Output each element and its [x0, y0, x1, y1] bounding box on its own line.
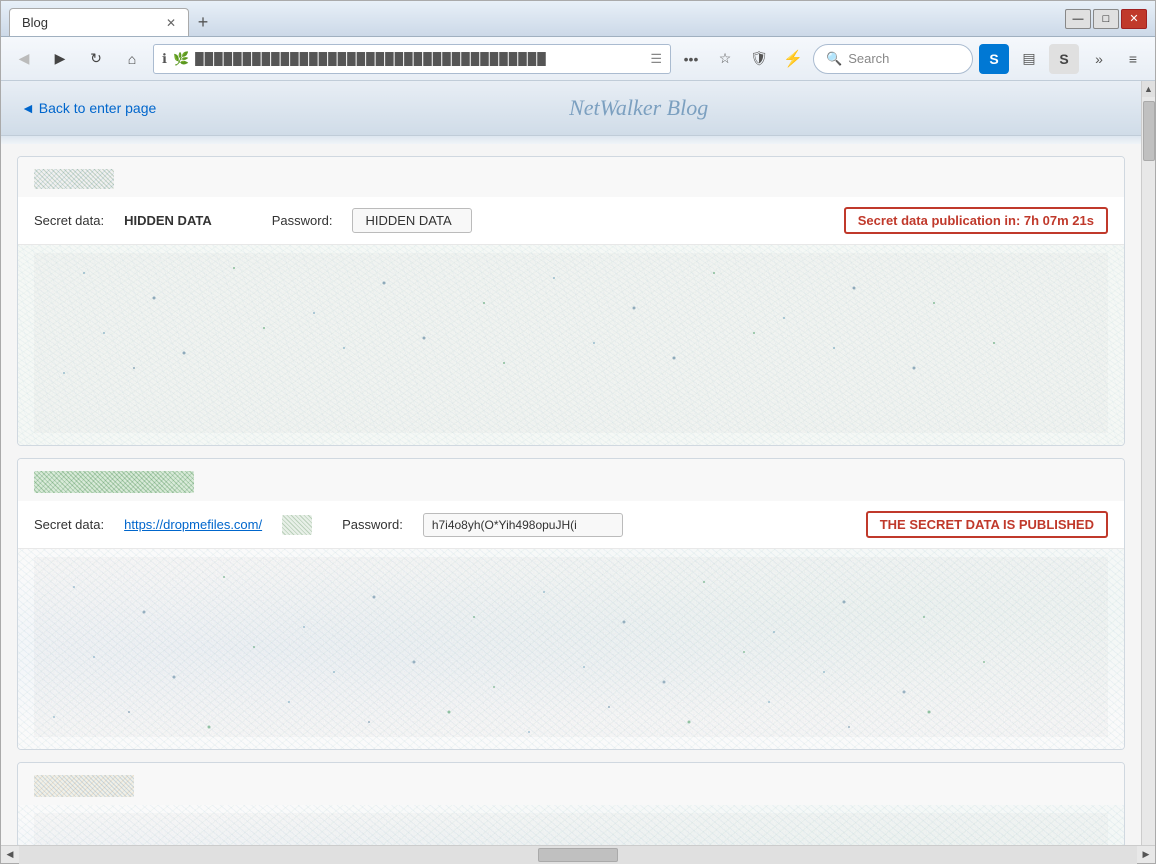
menu-button[interactable]: ≡: [1119, 45, 1147, 73]
card2-secret-label: Secret data:: [34, 517, 104, 532]
address-text: █████████████████████████████████████: [195, 52, 644, 66]
menu-icon: ≡: [1129, 51, 1137, 67]
reader-mode-button[interactable]: ▤: [1015, 45, 1043, 73]
refresh-button[interactable]: ↻: [81, 44, 111, 74]
new-tab-button[interactable]: +: [189, 8, 217, 36]
card1-title-image: [34, 169, 114, 189]
search-placeholder: Search: [848, 51, 889, 66]
content-area: ◄ Back to enter page NetWalker Blog Secr…: [1, 81, 1155, 845]
card1-timer-badge: Secret data publication in: 7h 07m 21s: [844, 207, 1108, 234]
forward-icon: ▶: [55, 50, 66, 67]
more-tools-button[interactable]: »: [1085, 45, 1113, 73]
card2-secret-link[interactable]: https://dropmefiles.com/: [124, 517, 262, 532]
card1-password-input[interactable]: HIDDEN DATA: [352, 208, 472, 233]
card1-secret-label: Secret data:: [34, 213, 104, 228]
card1-password-label: Password:: [272, 213, 333, 228]
scroll-track: [19, 846, 1137, 864]
back-icon: ◀: [19, 50, 30, 67]
card2-noise-svg: [34, 557, 1108, 737]
card2-published-badge: THE SECRET DATA IS PUBLISHED: [866, 511, 1108, 538]
back-to-enter-link[interactable]: ◄ Back to enter page: [21, 100, 156, 116]
header-separator: [1, 136, 1141, 144]
tab-label: Blog: [22, 15, 48, 30]
card2-password-input[interactable]: h7i4o8yh(O*Yih498opuJH(i: [423, 513, 623, 537]
refresh-icon: ↻: [90, 50, 102, 67]
nav-bar: ◀ ▶ ↻ ⌂ ℹ 🌿 ████████████████████████████…: [1, 37, 1155, 81]
scroll-up-button[interactable]: ▲: [1142, 81, 1156, 97]
card2-title-image: [34, 471, 194, 493]
card1-secret-value: HIDDEN DATA: [124, 213, 212, 228]
bookmark-icon: ☆: [719, 50, 732, 67]
skype-icon: S: [989, 51, 998, 67]
browser-tab[interactable]: Blog ✕: [9, 8, 189, 36]
search-box[interactable]: 🔍 Search: [813, 44, 973, 74]
home-icon: ⌂: [128, 51, 136, 67]
back-button[interactable]: ◀: [9, 44, 39, 74]
scroll-right-button[interactable]: ▶: [1137, 846, 1155, 864]
bookmark-button[interactable]: ☆: [711, 45, 739, 73]
card2-icon-fragment: [282, 515, 312, 535]
card3-header: [18, 763, 1124, 805]
close-button[interactable]: ✕: [1121, 9, 1147, 29]
reader-icon[interactable]: ☰: [650, 51, 662, 67]
search-icon: 🔍: [826, 51, 842, 67]
scroll-thumb-h[interactable]: [538, 848, 618, 862]
shield-button[interactable]: 🛡: [745, 45, 773, 73]
vertical-scrollbar: ▲: [1141, 81, 1155, 845]
tab-area: Blog ✕ +: [9, 1, 217, 36]
card1-header: [18, 157, 1124, 197]
blog-card-3: [17, 762, 1125, 845]
blog-card-1: Secret data: HIDDEN DATA Password: HIDDE…: [17, 156, 1125, 446]
more-tools-icon: »: [1095, 51, 1103, 67]
address-bar[interactable]: ℹ 🌿 ████████████████████████████████████…: [153, 44, 671, 74]
home-button[interactable]: ⌂: [117, 44, 147, 74]
card2-header: [18, 459, 1124, 501]
skype-button[interactable]: S: [979, 44, 1009, 74]
page-content: ◄ Back to enter page NetWalker Blog Secr…: [1, 81, 1141, 845]
blog-header: ◄ Back to enter page NetWalker Blog: [1, 81, 1141, 136]
scroll-left-button[interactable]: ◀: [1, 846, 19, 864]
more-icon: •••: [684, 51, 699, 67]
title-bar: Blog ✕ + — □ ✕: [1, 1, 1155, 37]
info-icon: ℹ: [162, 51, 167, 67]
horizontal-scrollbar: ◀ ▶: [1, 845, 1155, 863]
security-icon: 🌿: [173, 51, 189, 67]
card2-meta: Secret data: https://dropmefiles.com/ Pa…: [18, 501, 1124, 549]
reader-mode-icon: ▤: [1022, 50, 1035, 67]
tools-icon: ⚡: [783, 49, 803, 69]
card3-title-image: [34, 775, 134, 797]
card2-password-label: Password:: [342, 517, 403, 532]
maximize-button[interactable]: □: [1093, 9, 1119, 29]
card1-image: [18, 245, 1124, 445]
tools-button[interactable]: ⚡: [779, 45, 807, 73]
tab-close-button[interactable]: ✕: [166, 16, 176, 30]
skype2-button[interactable]: S: [1049, 44, 1079, 74]
card1-meta: Secret data: HIDDEN DATA Password: HIDDE…: [18, 197, 1124, 245]
more-button[interactable]: •••: [677, 45, 705, 73]
forward-button[interactable]: ▶: [45, 44, 75, 74]
blog-title: NetWalker Blog: [156, 95, 1121, 121]
scroll-thumb[interactable]: [1143, 101, 1155, 161]
skype2-icon: S: [1059, 51, 1068, 67]
blog-card-2: Secret data: https://dropmefiles.com/ Pa…: [17, 458, 1125, 750]
card1-noise-svg: [34, 253, 1108, 433]
card3-noise-svg: [34, 813, 1108, 845]
shield-icon: 🛡: [750, 50, 768, 67]
minimize-button[interactable]: —: [1065, 9, 1091, 29]
window-controls: — □ ✕: [1065, 9, 1147, 29]
card2-image: [18, 549, 1124, 749]
card3-image: [18, 805, 1124, 845]
browser-window: Blog ✕ + — □ ✕ ◀ ▶ ↻ ⌂ ℹ 🌿 █████████████…: [0, 0, 1156, 864]
